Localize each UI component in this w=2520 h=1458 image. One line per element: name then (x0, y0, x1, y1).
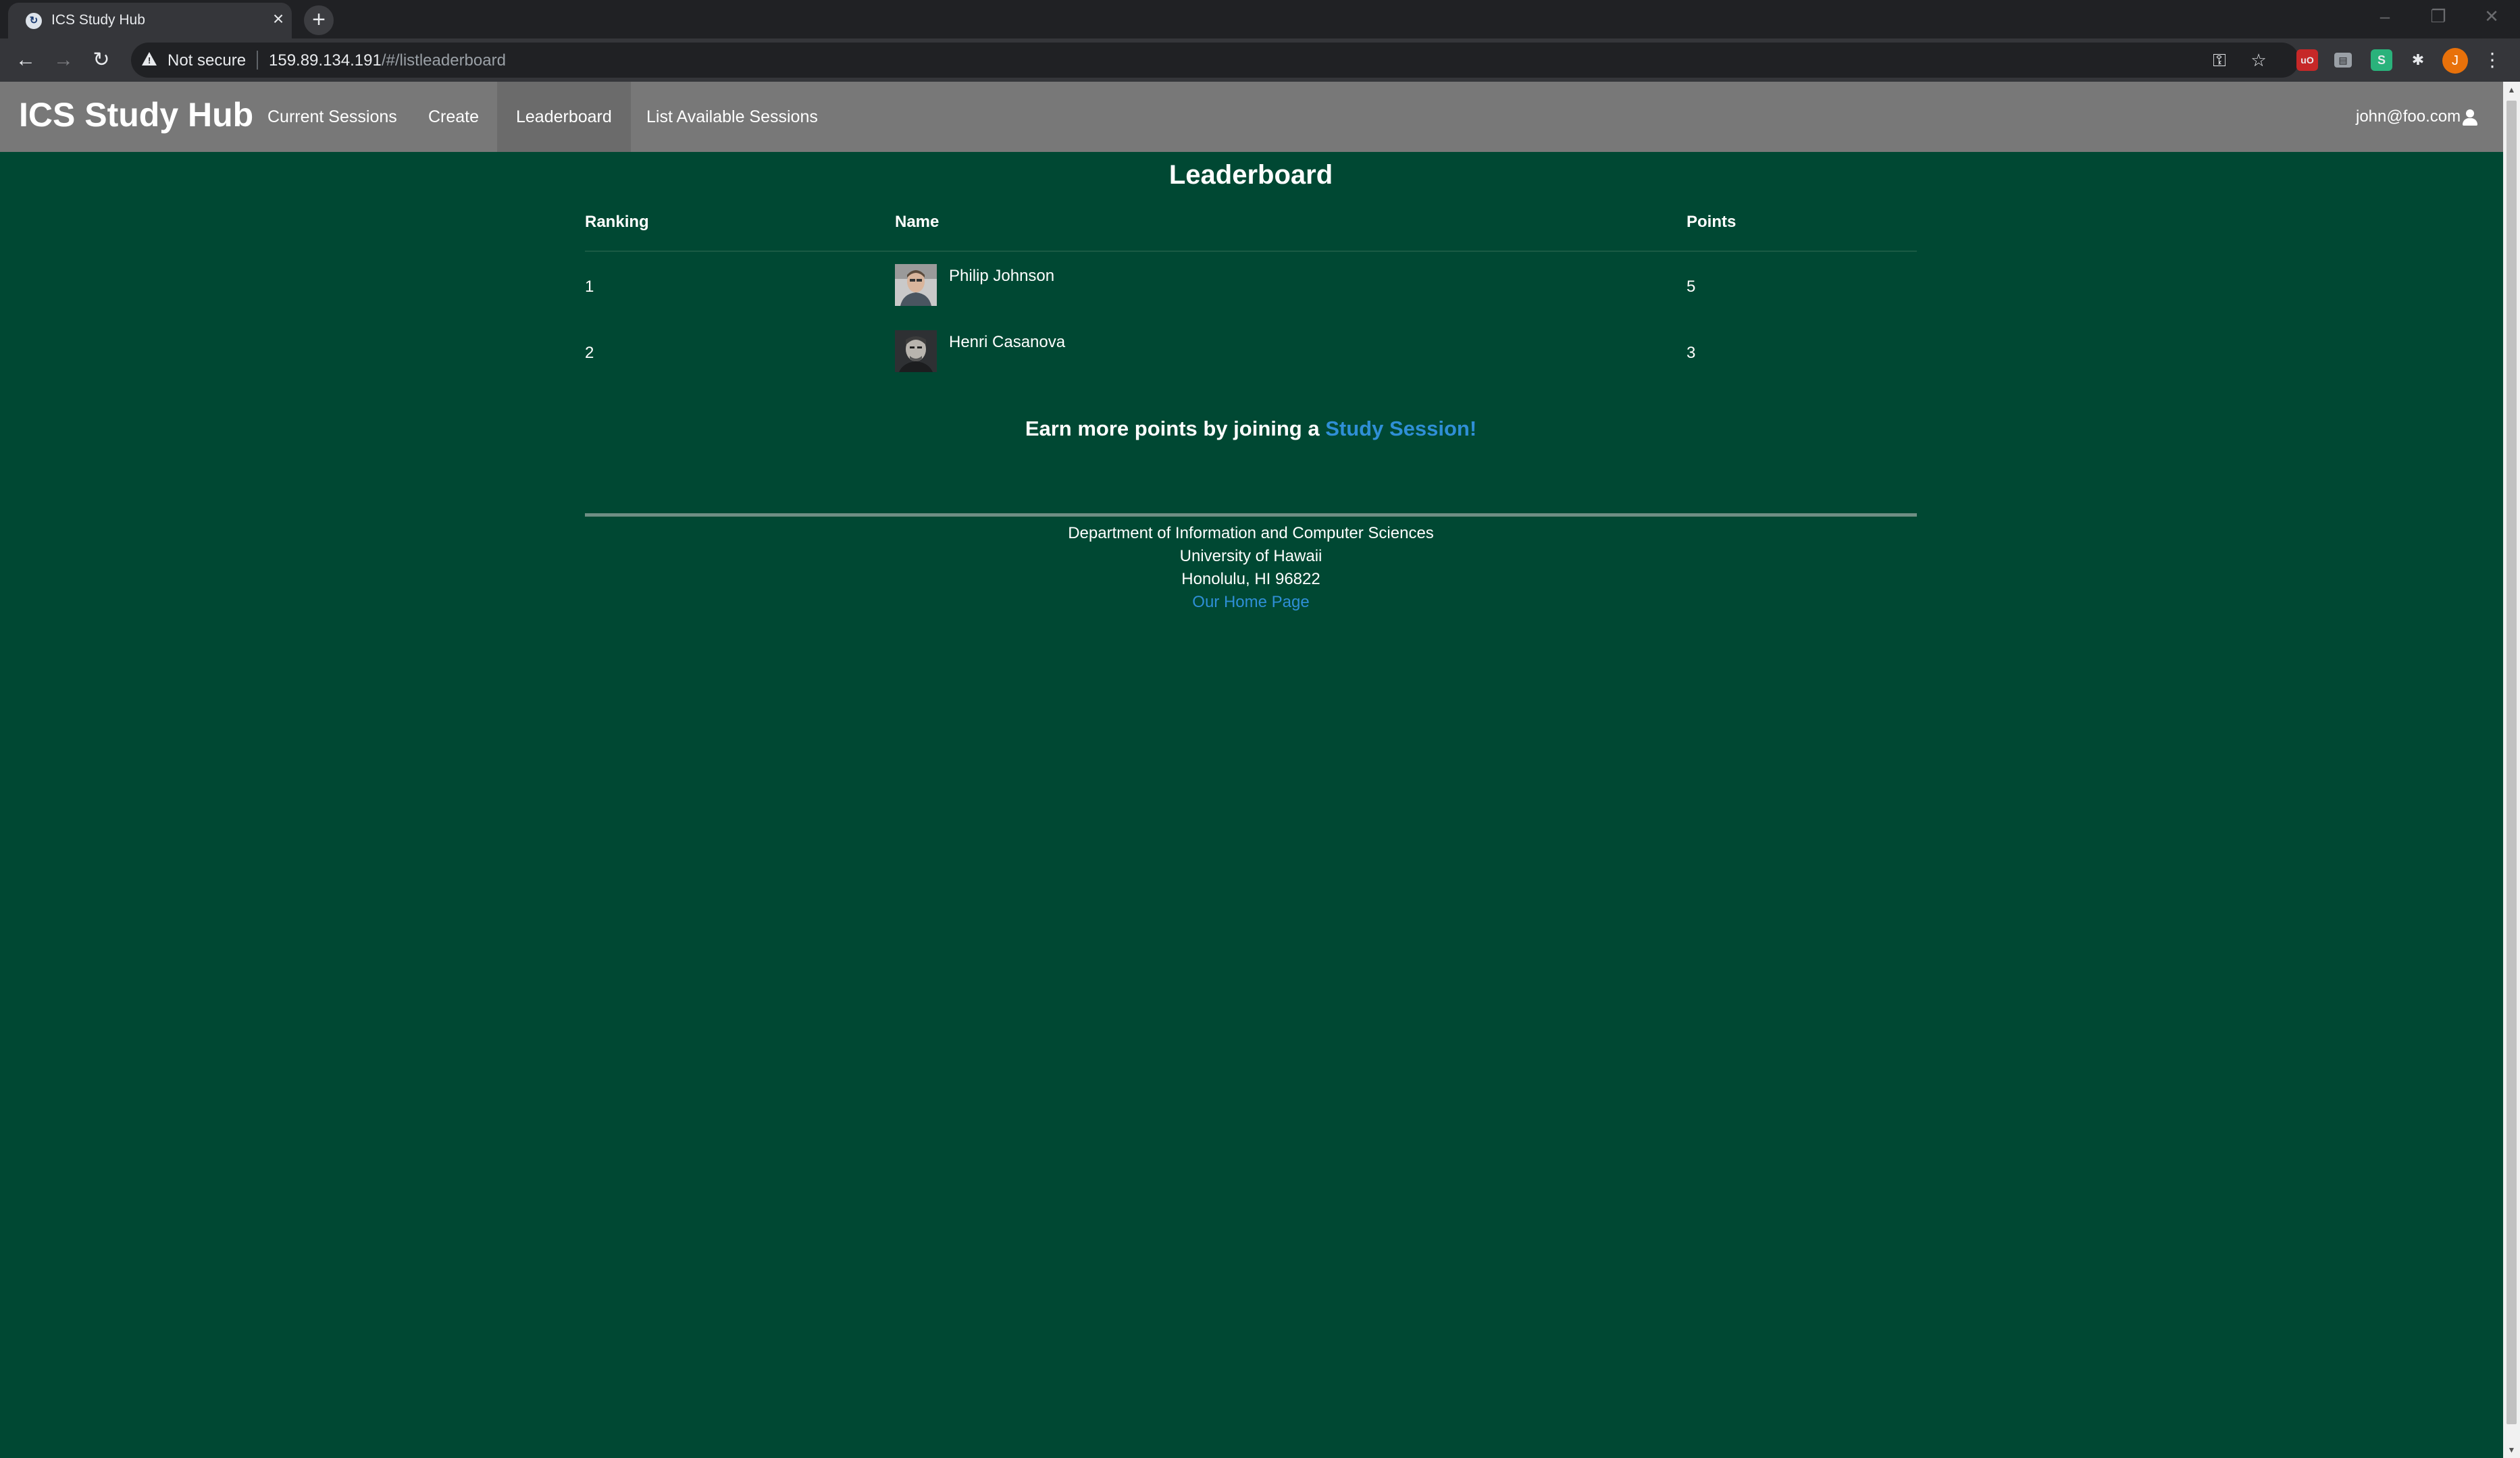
cta-text: Earn more points by joining a (1025, 417, 1326, 440)
ublock-extension-icon[interactable]: uO (2296, 49, 2318, 71)
cta-message: Earn more points by joining a Study Sess… (585, 417, 1917, 441)
column-header-name: Name (895, 213, 940, 231)
portrait-image (895, 264, 937, 306)
browser-toolbar: ← → ↻ ! Not secure 159.89.134.191/#/list… (0, 38, 2520, 82)
minimize-icon[interactable]: – (2359, 0, 2411, 34)
menu-kebab-icon[interactable]: ⋮ (2482, 49, 2503, 71)
top-navbar: ICS Study Hub Current Sessions Create Le… (0, 82, 2503, 152)
key-icon[interactable]: ⚿ (2209, 49, 2230, 71)
green-extension-icon[interactable]: S (2371, 49, 2392, 71)
tab-close-icon[interactable]: × (267, 8, 289, 30)
page-viewport: ICS Study Hub Current Sessions Create Le… (0, 82, 2503, 1458)
user-avatar-photo (895, 264, 937, 306)
column-header-ranking: Ranking (585, 213, 649, 231)
table-row: 1 Philip Johnson 5 (585, 253, 1917, 319)
footer-university: University of Hawaii (1179, 547, 1322, 565)
page-scrollbar[interactable]: ▲ ▼ (2503, 82, 2520, 1458)
url-path: /#/listleaderboard (381, 51, 506, 70)
home-page-link[interactable]: Our Home Page (585, 591, 1917, 614)
footer-address: Honolulu, HI 96822 (1181, 570, 1320, 588)
points-cell: 5 (1687, 278, 1696, 296)
url-host: 159.89.134.191 (269, 51, 382, 70)
footer-department: Department of Information and Computer S… (1068, 524, 1434, 542)
rank-cell: 1 (585, 278, 594, 296)
points-cell: 3 (1687, 344, 1696, 362)
close-window-icon[interactable]: ✕ (2465, 0, 2518, 34)
tab-title: ICS Study Hub (51, 12, 145, 28)
footer-divider (585, 513, 1917, 517)
back-icon[interactable]: ← (11, 45, 41, 75)
name-cell: Henri Casanova (949, 333, 1066, 351)
table-row: 2 Henri Casanova 3 (585, 319, 1917, 386)
address-bar[interactable]: ! Not secure 159.89.134.191/#/listleader… (131, 43, 2299, 78)
rank-cell: 2 (585, 344, 594, 362)
extensions-puzzle-icon[interactable]: ✱ (2407, 49, 2429, 71)
scrollbar-thumb[interactable] (2506, 101, 2517, 1424)
scroll-up-icon[interactable]: ▲ (2503, 83, 2520, 97)
nav-create[interactable]: Create (409, 82, 498, 152)
omnibox-divider (257, 51, 258, 70)
table-header-divider (585, 251, 1917, 252)
study-session-link[interactable]: Study Session! (1325, 417, 1476, 440)
bookmark-star-icon[interactable]: ☆ (2248, 49, 2269, 71)
site-favicon-icon: ↻ (26, 13, 42, 29)
url-text[interactable]: 159.89.134.191/#/listleaderboard (269, 51, 506, 70)
user-email: john@foo.com (2356, 107, 2461, 126)
restore-icon[interactable]: ❐ (2412, 0, 2465, 34)
nav-list-available-sessions[interactable]: List Available Sessions (627, 82, 837, 152)
nav-current-sessions[interactable]: Current Sessions (249, 82, 416, 152)
column-header-points: Points (1687, 213, 1737, 231)
reload-icon[interactable]: ↻ (86, 45, 116, 75)
chat-extension-icon[interactable]: ▤ (2334, 53, 2352, 68)
forward-icon[interactable]: → (49, 45, 78, 75)
user-icon (2462, 109, 2478, 126)
security-label[interactable]: Not secure (168, 51, 246, 70)
user-avatar-photo (895, 330, 937, 372)
scroll-down-icon[interactable]: ▼ (2503, 1443, 2520, 1457)
footer: Department of Information and Computer S… (585, 522, 1917, 614)
warning-mark-icon: ! (148, 55, 151, 66)
portrait-image (895, 330, 937, 372)
new-tab-button[interactable]: + (304, 5, 334, 35)
browser-tab[interactable]: ↻ ICS Study Hub × (8, 3, 292, 38)
brand-logo[interactable]: ICS Study Hub (19, 95, 253, 134)
name-cell: Philip Johnson (949, 267, 1055, 285)
nav-leaderboard[interactable]: Leaderboard (497, 82, 631, 152)
profile-avatar-icon[interactable]: J (2442, 48, 2468, 74)
page-title: Leaderboard (1168, 160, 1333, 190)
browser-tabstrip: ↻ ICS Study Hub × + – ❐ ✕ (0, 0, 2520, 38)
user-menu[interactable]: john@foo.com (2356, 82, 2478, 152)
